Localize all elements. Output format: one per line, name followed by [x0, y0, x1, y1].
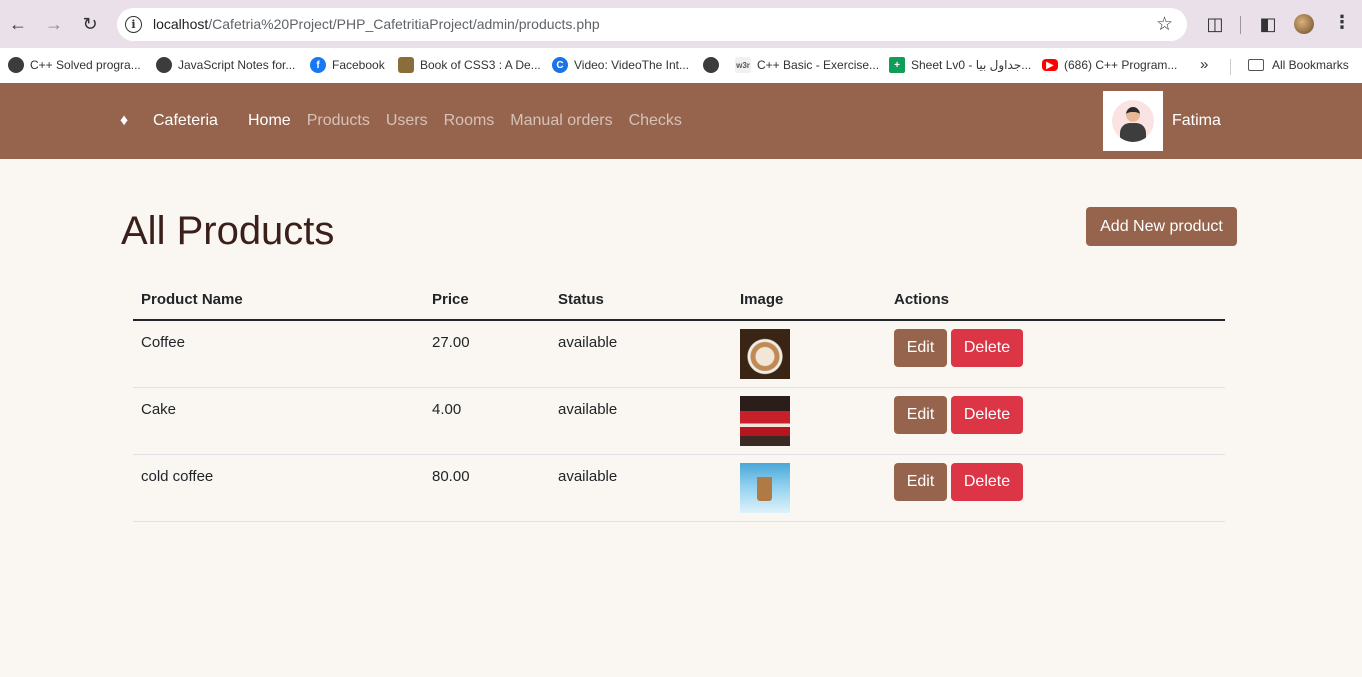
product-price: 4.00: [432, 401, 462, 418]
column-header: Product Name: [141, 291, 243, 308]
back-icon[interactable]: ←: [6, 12, 30, 36]
avatar-head: [1126, 107, 1140, 122]
bookmark-item[interactable]: w3r C++ Basic - Exercise...: [735, 54, 879, 76]
column-header: Price: [432, 291, 469, 308]
edit-button[interactable]: Edit: [894, 329, 947, 367]
nav-link-rooms[interactable]: Rooms: [444, 112, 495, 130]
bookmark-item[interactable]: C++ Solved progra...: [8, 54, 141, 76]
browser-menu-icon[interactable]: ⋮: [1333, 12, 1351, 33]
delete-button[interactable]: Delete: [951, 396, 1023, 434]
page-title: All Products: [121, 209, 335, 253]
column-header: Status: [558, 291, 604, 308]
facebook-icon: f: [310, 57, 326, 73]
product-name: Coffee: [141, 334, 185, 351]
table-row: cold coffee 80.00 available Edit Delete: [133, 455, 1225, 522]
bookmark-item[interactable]: + Sheet Lv0 - جداول بيا...: [889, 54, 1031, 76]
product-price: 27.00: [432, 334, 470, 351]
add-product-button[interactable]: Add New product: [1086, 207, 1237, 246]
bookmark-star-icon[interactable]: ☆: [1156, 13, 1173, 36]
profile-avatar-icon[interactable]: [1294, 14, 1314, 34]
brand-link[interactable]: Cafeteria: [153, 112, 218, 130]
table-row: Cake 4.00 available Edit Delete: [133, 388, 1225, 455]
user-avatar[interactable]: [1103, 91, 1163, 151]
forward-icon[interactable]: →: [42, 12, 66, 36]
product-image: [740, 396, 790, 446]
reload-icon[interactable]: ↻: [78, 12, 102, 36]
table-header: Product Name Price Status Image Actions: [133, 280, 1225, 321]
table-row: Coffee 27.00 available Edit Delete: [133, 321, 1225, 388]
browser-chrome: ← → ↻ i localhost/Cafetria%20Project/PHP…: [0, 0, 1362, 83]
app-navbar: ♦ Cafeteria Home Products Users Rooms Ma…: [0, 83, 1362, 159]
globe-icon: [156, 57, 172, 73]
url-text[interactable]: localhost/Cafetria%20Project/PHP_Cafetri…: [153, 16, 600, 32]
user-name[interactable]: Fatima: [1172, 112, 1221, 130]
browser-toolbar: ← → ↻ i localhost/Cafetria%20Project/PHP…: [0, 0, 1362, 48]
delete-button[interactable]: Delete: [951, 329, 1023, 367]
bookmark-item[interactable]: ▶ (686) C++ Program...: [1042, 54, 1177, 76]
product-name: Cake: [141, 401, 177, 418]
address-bar[interactable]: i localhost/Cafetria%20Project/PHP_Cafet…: [117, 8, 1187, 41]
product-image: [740, 463, 790, 513]
globe-icon: [703, 57, 719, 73]
folder-icon: [1248, 59, 1264, 71]
nav-link-users[interactable]: Users: [386, 112, 428, 130]
nav-link-products[interactable]: Products: [307, 112, 370, 130]
sheets-icon: +: [889, 57, 905, 73]
extensions-icon[interactable]: ◫: [1203, 11, 1227, 37]
bookmark-item[interactable]: C Video: VideoThe Int...: [552, 54, 689, 76]
product-status: available: [558, 468, 618, 485]
globe-icon: [8, 57, 24, 73]
products-table: Product Name Price Status Image Actions …: [133, 280, 1225, 522]
product-price: 80.00: [432, 468, 470, 485]
youtube-icon: ▶: [1042, 59, 1058, 71]
column-header: Actions: [894, 291, 950, 308]
nav-links: Home Products Users Rooms Manual orders …: [248, 112, 698, 130]
bookmark-item[interactable]: [703, 54, 725, 76]
bookmark-item[interactable]: JavaScript Notes for...: [156, 54, 295, 76]
bookmarks-divider: [1230, 59, 1231, 75]
diamond-logo-icon[interactable]: ♦: [120, 112, 128, 130]
row-actions: Edit Delete: [894, 463, 1023, 501]
nav-link-manual-orders[interactable]: Manual orders: [510, 112, 612, 130]
all-bookmarks-button[interactable]: All Bookmarks: [1248, 54, 1349, 76]
delete-button[interactable]: Delete: [951, 463, 1023, 501]
product-name: cold coffee: [141, 468, 214, 485]
product-status: available: [558, 334, 618, 351]
more-bookmarks-icon[interactable]: »: [1200, 56, 1208, 73]
user-avatar-image: [1112, 100, 1154, 142]
c-icon: C: [552, 57, 568, 73]
row-actions: Edit Delete: [894, 396, 1023, 434]
bookmark-item[interactable]: f Facebook: [310, 54, 385, 76]
book-icon: [398, 57, 414, 73]
product-status: available: [558, 401, 618, 418]
bookmark-item[interactable]: Book of CSS3 : A De...: [398, 54, 541, 76]
nav-link-home[interactable]: Home: [248, 112, 291, 130]
product-image: [740, 329, 790, 379]
side-panel-icon[interactable]: ◧: [1256, 11, 1280, 37]
w3r-icon: w3r: [735, 57, 751, 73]
site-info-icon[interactable]: i: [125, 16, 142, 33]
nav-link-checks[interactable]: Checks: [629, 112, 682, 130]
column-header: Image: [740, 291, 784, 308]
edit-button[interactable]: Edit: [894, 396, 947, 434]
row-actions: Edit Delete: [894, 329, 1023, 367]
bookmarks-bar: C++ Solved progra... JavaScript Notes fo…: [0, 48, 1362, 83]
avatar-body: [1120, 123, 1146, 142]
toolbar-divider: [1240, 16, 1241, 34]
edit-button[interactable]: Edit: [894, 463, 947, 501]
